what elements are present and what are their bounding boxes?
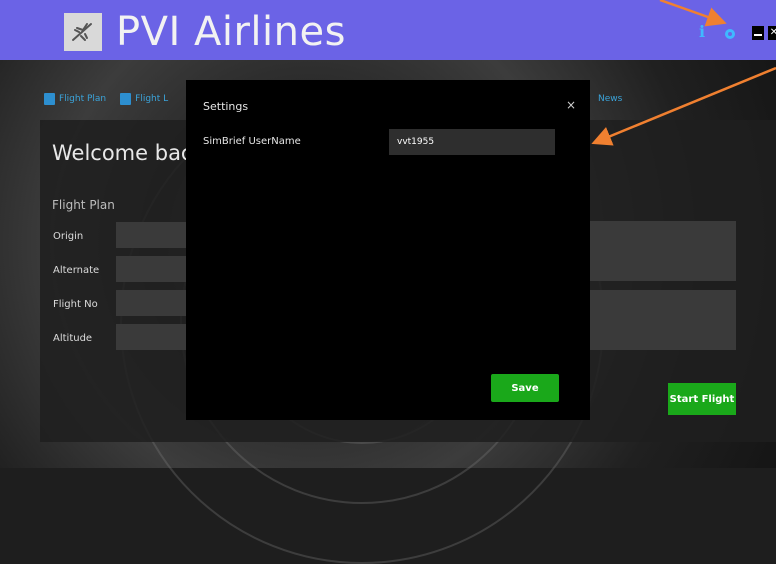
origin-label: Origin — [53, 231, 84, 242]
origin-input[interactable] — [116, 222, 190, 248]
tab-flight-log[interactable]: Flight L — [120, 93, 168, 105]
tab-news[interactable]: News — [598, 94, 622, 104]
main-nav: Flight Plan Flight L — [44, 88, 168, 110]
alternate-label: Alternate — [53, 265, 100, 276]
info-icon[interactable]: i — [699, 22, 705, 41]
dialog-title: Settings — [203, 100, 249, 113]
simbrief-username-label: SimBrief UserName — [203, 136, 301, 147]
start-flight-button[interactable]: Start Flight — [668, 383, 736, 415]
airplane-logo-icon — [64, 13, 102, 51]
briefcase-icon — [44, 93, 55, 105]
close-dialog-button[interactable]: × — [566, 98, 576, 112]
title-bar: PVI Airlines i ✕ — [0, 0, 776, 60]
simbrief-username-input[interactable] — [389, 129, 555, 155]
briefcase-icon — [120, 93, 132, 105]
app-title: PVI Airlines — [116, 9, 346, 55]
tab-label: Flight L — [135, 94, 169, 104]
right-info-box — [590, 290, 736, 350]
tab-label: Flight Plan — [59, 94, 107, 104]
save-button[interactable]: Save — [491, 374, 559, 402]
altitude-label: Altitude — [53, 333, 93, 344]
flight-no-input[interactable] — [116, 290, 190, 316]
section-title: Flight Plan — [52, 198, 115, 212]
minimize-icon — [754, 34, 762, 36]
flight-no-label: Flight No — [53, 299, 98, 310]
minimize-button[interactable] — [752, 26, 764, 40]
tab-flight-plan[interactable]: Flight Plan — [44, 93, 106, 105]
alternate-input[interactable] — [116, 256, 190, 282]
gear-icon[interactable] — [723, 26, 737, 40]
close-window-button[interactable]: ✕ — [768, 26, 776, 40]
settings-dialog: Settings × SimBrief UserName Save — [186, 80, 590, 420]
right-info-box — [590, 221, 736, 281]
altitude-input[interactable] — [116, 324, 190, 350]
